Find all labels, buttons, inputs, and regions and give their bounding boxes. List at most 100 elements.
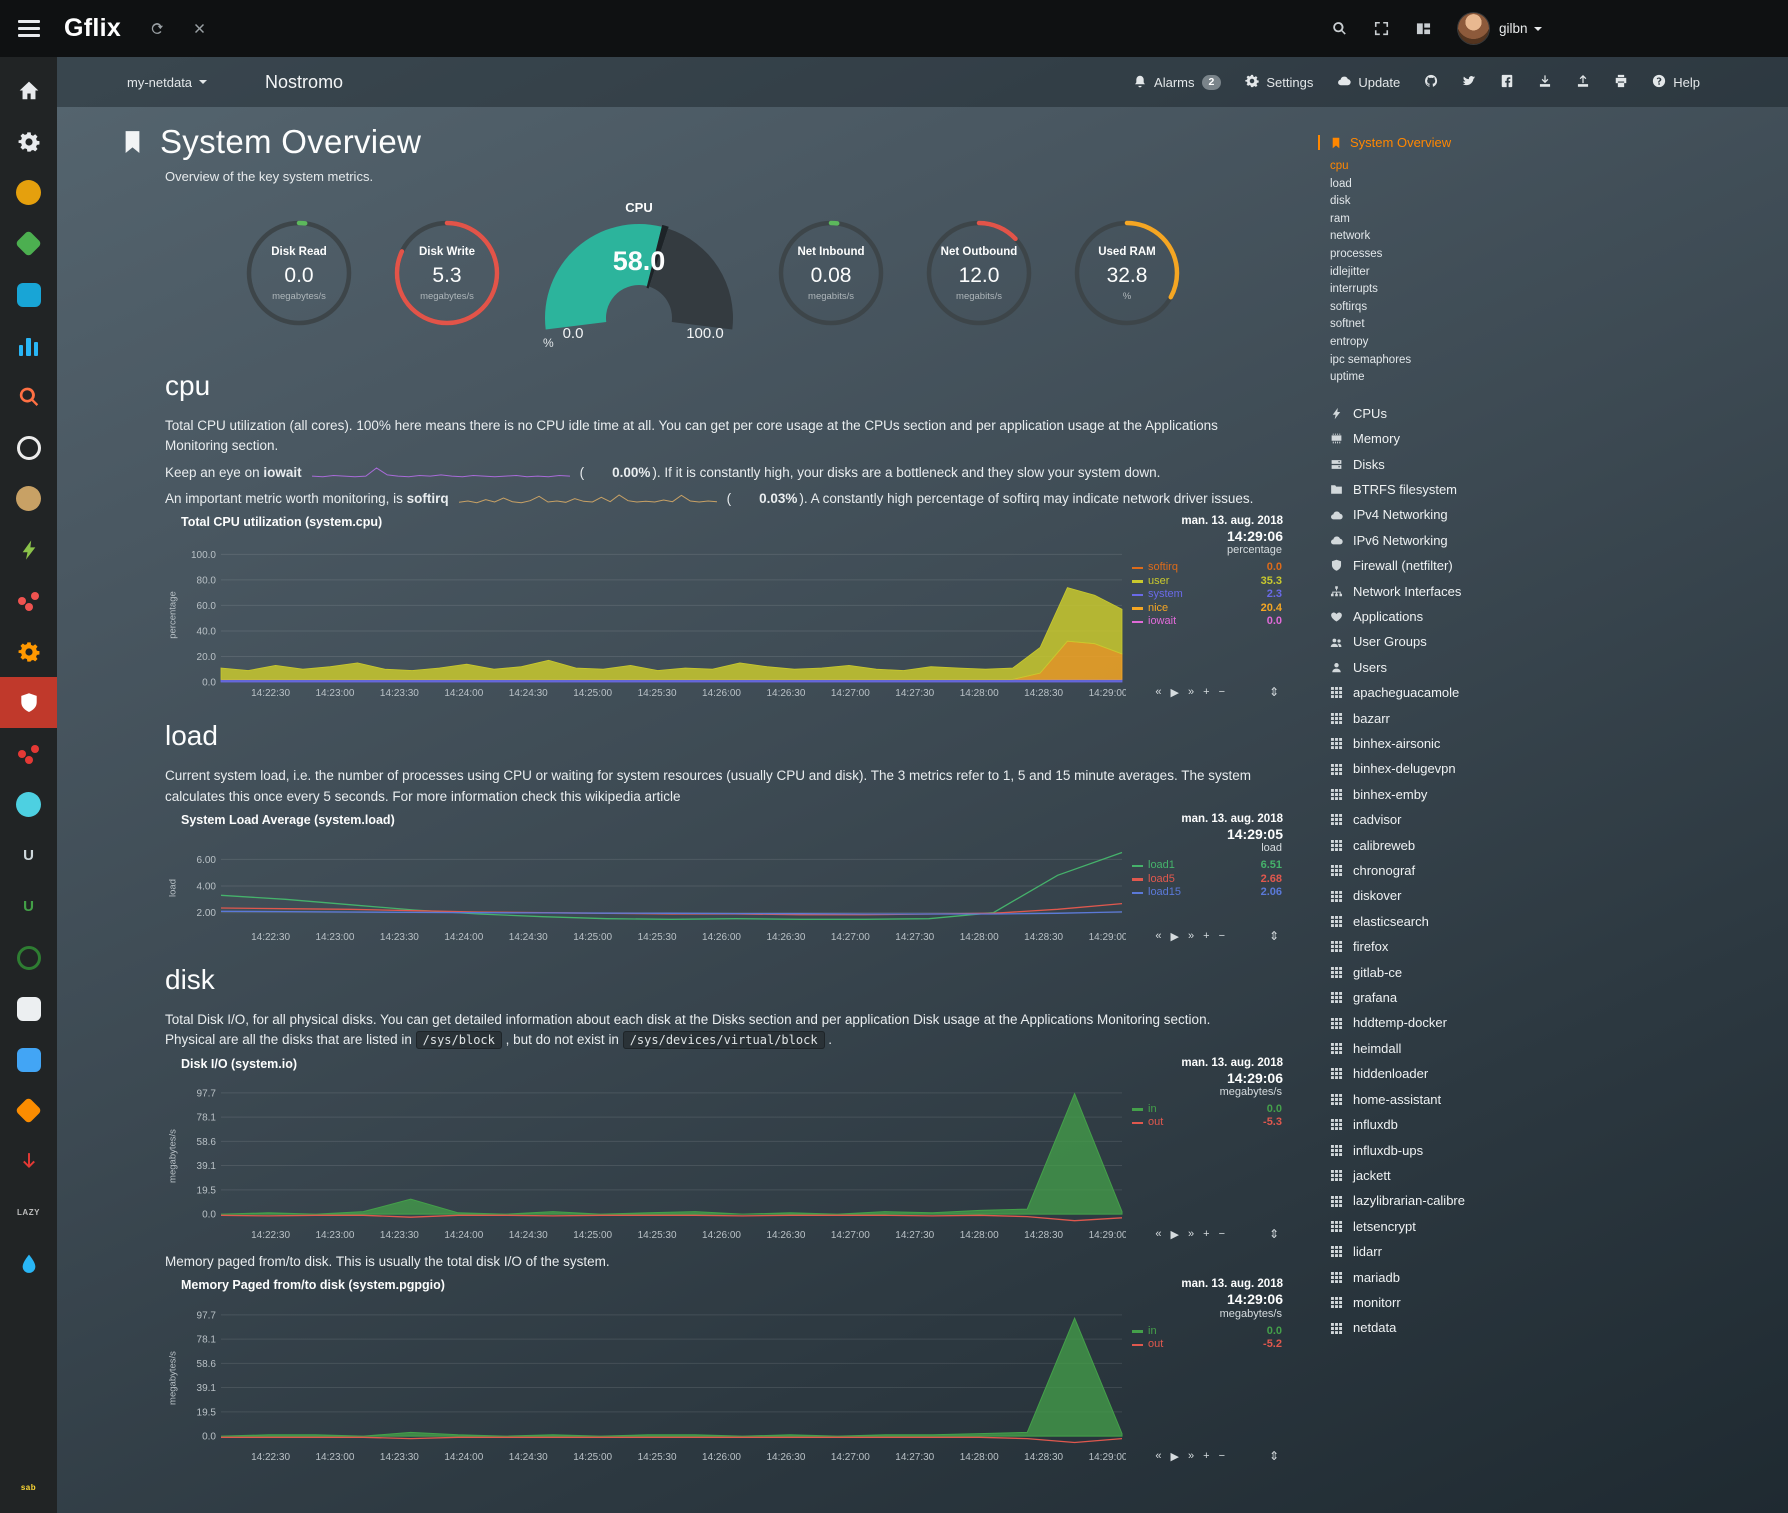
zoom-in-icon[interactable]: + [1203, 1450, 1209, 1463]
help-button[interactable]: Help [1652, 74, 1700, 91]
sidebar-app-cyan-circle[interactable] [0, 779, 57, 830]
nav-item-softnet[interactable]: softnet [1330, 316, 1630, 334]
nav-item-uptime[interactable]: uptime [1330, 369, 1630, 387]
chart-resize-handle-cpu[interactable]: ⇕ [1269, 685, 1279, 699]
legend-item-out[interactable]: out-5.2 [1132, 1338, 1282, 1352]
chart-plot-load[interactable]: 6.004.002.0014:22:3014:23:0014:23:3014:2… [181, 842, 1126, 944]
twitter-link[interactable] [1462, 74, 1476, 91]
nav-item-idlejitter[interactable]: idlejitter [1330, 264, 1630, 282]
sidebar-app-orange-gear[interactable] [0, 626, 57, 677]
nav-item-entropy[interactable]: entropy [1330, 334, 1630, 352]
update-button[interactable]: Update [1337, 74, 1400, 91]
tabs-button[interactable] [1416, 21, 1431, 36]
sidebar-app-orange-diamond[interactable] [0, 1085, 57, 1136]
chart-plot-pgpgio[interactable]: 97.778.158.639.119.50.014:22:3014:23:001… [181, 1308, 1126, 1464]
nav-app-hiddenloader[interactable]: hiddenloader [1330, 1061, 1630, 1086]
github-link[interactable] [1424, 74, 1438, 91]
sidebar-app-green-ring[interactable] [0, 932, 57, 983]
nav-app-influxdb-ups[interactable]: influxdb-ups [1330, 1138, 1630, 1163]
nav-section-applications[interactable]: Applications [1330, 604, 1630, 629]
nav-app-binhex-delugevpn[interactable]: binhex-delugevpn [1330, 756, 1630, 781]
nav-app-bazarr[interactable]: bazarr [1330, 706, 1630, 731]
sidebar-app-shield-active[interactable] [0, 677, 57, 728]
fullscreen-button[interactable] [1374, 21, 1389, 36]
nav-item-cpu[interactable]: cpu [1330, 158, 1630, 176]
gauge-disk-write[interactable]: Disk Write5.3megabytes/s [389, 215, 505, 336]
alarms-button[interactable]: Alarms 2 [1133, 74, 1221, 91]
pan-back-icon[interactable]: « [1155, 686, 1161, 699]
gauge-net-inbound[interactable]: Net Inbound0.08megabits/s [773, 215, 889, 336]
chart-resize-handle-load[interactable]: ⇕ [1269, 929, 1279, 943]
export-button[interactable] [1576, 74, 1590, 91]
nav-app-cadvisor[interactable]: cadvisor [1330, 807, 1630, 832]
nav-item-softirqs[interactable]: softirqs [1330, 299, 1630, 317]
nav-item-ipc-semaphores[interactable]: ipc semaphores [1330, 352, 1630, 370]
facebook-link[interactable] [1500, 74, 1514, 91]
zoom-out-icon[interactable]: − [1219, 1450, 1225, 1463]
sidebar-app-pink-dots[interactable] [0, 575, 57, 626]
nav-app-binhex-airsonic[interactable]: binhex-airsonic [1330, 731, 1630, 756]
sidebar-app-teal-square[interactable] [0, 269, 57, 320]
nav-app-diskover[interactable]: diskover [1330, 883, 1630, 908]
chart-plot-disk[interactable]: 97.778.158.639.119.50.014:22:3014:23:001… [181, 1086, 1126, 1242]
pan-back-icon[interactable]: « [1155, 1450, 1161, 1463]
pan-back-icon[interactable]: « [1155, 930, 1161, 943]
pan-forward-icon[interactable]: » [1188, 1450, 1194, 1463]
nav-item-interrupts[interactable]: interrupts [1330, 281, 1630, 299]
sidebar-app-lazy[interactable]: LAZY [0, 1187, 57, 1238]
nav-section-btrfs-filesystem[interactable]: BTRFS filesystem [1330, 477, 1630, 502]
nav-section-users[interactable]: Users [1330, 655, 1630, 680]
nav-app-lidarr[interactable]: lidarr [1330, 1239, 1630, 1264]
nav-app-influxdb[interactable]: influxdb [1330, 1112, 1630, 1137]
nav-app-letsencrypt[interactable]: letsencrypt [1330, 1214, 1630, 1239]
play-icon[interactable]: ▶ [1171, 930, 1179, 943]
avatar[interactable] [1458, 13, 1489, 44]
nav-app-netdata[interactable]: netdata [1330, 1315, 1630, 1340]
nav-section-disks[interactable]: Disks [1330, 452, 1630, 477]
sidebar-app-blue-window[interactable] [0, 1034, 57, 1085]
nav-app-elasticsearch[interactable]: elasticsearch [1330, 909, 1630, 934]
gauge-disk-read[interactable]: Disk Read0.0megabytes/s [241, 215, 357, 336]
nav-item-load[interactable]: load [1330, 176, 1630, 194]
nav-section-ipv4-networking[interactable]: IPv4 Networking [1330, 502, 1630, 527]
nav-item-disk[interactable]: disk [1330, 193, 1630, 211]
print-button[interactable] [1614, 74, 1628, 91]
sidebar-app-u-green[interactable]: U [0, 881, 57, 932]
nav-app-binhex-emby[interactable]: binhex-emby [1330, 782, 1630, 807]
user-menu[interactable]: gilbn [1499, 21, 1542, 36]
legend-item-softirq[interactable]: softirq0.0 [1132, 561, 1282, 575]
refresh-button[interactable] [149, 21, 164, 36]
nav-app-jackett[interactable]: jackett [1330, 1163, 1630, 1188]
play-icon[interactable]: ▶ [1171, 1228, 1179, 1241]
pan-forward-icon[interactable]: » [1188, 930, 1194, 943]
nav-app-calibreweb[interactable]: calibreweb [1330, 833, 1630, 858]
zoom-out-icon[interactable]: − [1219, 686, 1225, 699]
sidebar-app-orange-circle[interactable] [0, 167, 57, 218]
nav-section-firewall-netfilter-[interactable]: Firewall (netfilter) [1330, 553, 1630, 578]
sidebar-app-u-gray[interactable]: U [0, 830, 57, 881]
sidebar-app-green-diamond[interactable] [0, 218, 57, 269]
nav-app-gitlab-ce[interactable]: gitlab-ce [1330, 960, 1630, 985]
zoom-in-icon[interactable]: + [1203, 930, 1209, 943]
legend-item-user[interactable]: user35.3 [1132, 575, 1282, 589]
nav-app-apacheguacamole[interactable]: apacheguacamole [1330, 680, 1630, 705]
gauge-cpu[interactable]: CPU58.00.0100.0% [537, 200, 741, 350]
chart-resize-handle-pgpgio[interactable]: ⇕ [1269, 1449, 1279, 1463]
sidebar-app-white-ring[interactable] [0, 422, 57, 473]
sidebar-app-green-bolt[interactable] [0, 524, 57, 575]
sidebar-app-search[interactable] [0, 371, 57, 422]
nav-app-lazylibrarian-calibre[interactable]: lazylibrarian-calibre [1330, 1188, 1630, 1213]
pan-forward-icon[interactable]: » [1188, 686, 1194, 699]
legend-item-out[interactable]: out-5.3 [1132, 1116, 1282, 1130]
legend-item-load5[interactable]: load52.68 [1132, 873, 1282, 887]
sidebar-app-blue-bars[interactable] [0, 320, 57, 371]
legend-item-in[interactable]: in0.0 [1132, 1325, 1282, 1339]
sidebar-home[interactable] [0, 65, 57, 116]
sidebar-settings[interactable] [0, 116, 57, 167]
zoom-out-icon[interactable]: − [1219, 1228, 1225, 1241]
nav-app-home-assistant[interactable]: home-assistant [1330, 1087, 1630, 1112]
gauge-net-outbound[interactable]: Net Outbound12.0megabits/s [921, 215, 1037, 336]
play-icon[interactable]: ▶ [1171, 686, 1179, 699]
sidebar-app-blue-drop[interactable] [0, 1238, 57, 1289]
pan-back-icon[interactable]: « [1155, 1228, 1161, 1241]
